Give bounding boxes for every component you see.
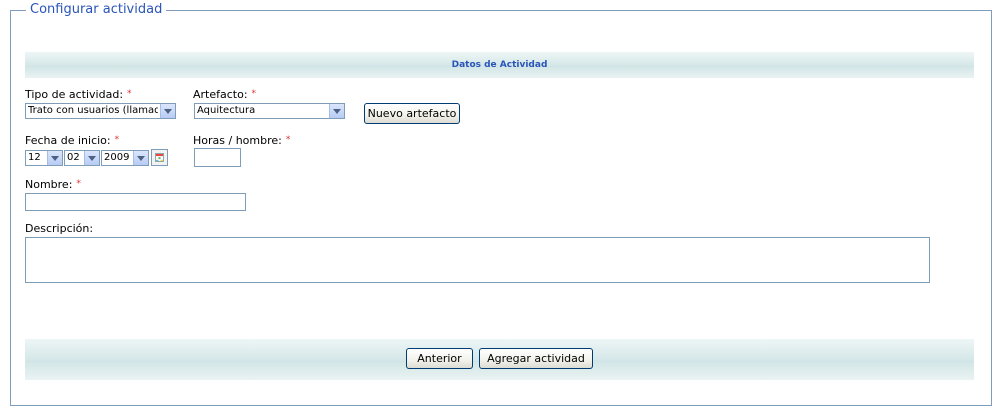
artefacto-select[interactable]: Aquitectura [194, 103, 345, 119]
section-title: Datos de Actividad [451, 60, 548, 70]
artefacto-label-text: Artefacto: [193, 88, 248, 101]
descripcion-label: Descripción: [25, 222, 94, 235]
required-mark: * [251, 89, 257, 99]
anterior-button[interactable]: Anterior [406, 348, 473, 369]
chevron-down-icon[interactable] [329, 104, 344, 118]
tipo-actividad-select[interactable]: Trato con usuarios (llamadas [25, 103, 176, 119]
nombre-input[interactable] [25, 193, 246, 211]
fieldset-legend: Configurar actividad [26, 2, 167, 18]
nuevo-artefacto-button[interactable]: Nuevo artefacto [364, 103, 460, 124]
tipo-actividad-value: Trato con usuarios (llamadas [28, 105, 158, 116]
chevron-down-icon[interactable] [84, 151, 99, 165]
nombre-label: Nombre: * [25, 178, 81, 193]
required-mark: * [114, 135, 120, 145]
fecha-year-value: 2009 [104, 152, 130, 163]
fecha-month-select[interactable]: 02 [64, 150, 100, 166]
chevron-down-icon[interactable] [160, 104, 175, 118]
fecha-day-value: 12 [28, 152, 41, 163]
fecha-day-select[interactable]: 12 [25, 150, 63, 166]
calendar-icon[interactable] [151, 149, 168, 166]
artefacto-value: Aquitectura [197, 105, 256, 116]
horas-hombre-label-text: Horas / hombre: [193, 134, 282, 147]
fecha-month-value: 02 [67, 152, 80, 163]
agregar-actividad-button[interactable]: Agregar actividad [479, 348, 593, 369]
tipo-actividad-label: Tipo de actividad: * [25, 88, 132, 103]
fecha-inicio-label: Fecha de inicio: * [25, 134, 119, 149]
fecha-year-select[interactable]: 2009 [101, 150, 149, 166]
horas-hombre-input[interactable] [194, 148, 241, 167]
nombre-label-text: Nombre: [25, 178, 73, 191]
section-header: Datos de Actividad [25, 52, 974, 78]
required-mark: * [285, 135, 291, 145]
required-mark: * [76, 179, 81, 189]
fecha-inicio-label-text: Fecha de inicio: [25, 134, 111, 147]
horas-hombre-label: Horas / hombre: * [193, 134, 290, 149]
tipo-actividad-label-text: Tipo de actividad: [25, 88, 124, 101]
required-mark: * [127, 89, 132, 99]
chevron-down-icon[interactable] [133, 151, 148, 165]
form-footer: Anterior Agregar actividad [25, 339, 974, 380]
chevron-down-icon[interactable] [47, 151, 62, 165]
descripcion-textarea[interactable] [25, 237, 930, 283]
artefacto-label: Artefacto: * [193, 88, 256, 103]
